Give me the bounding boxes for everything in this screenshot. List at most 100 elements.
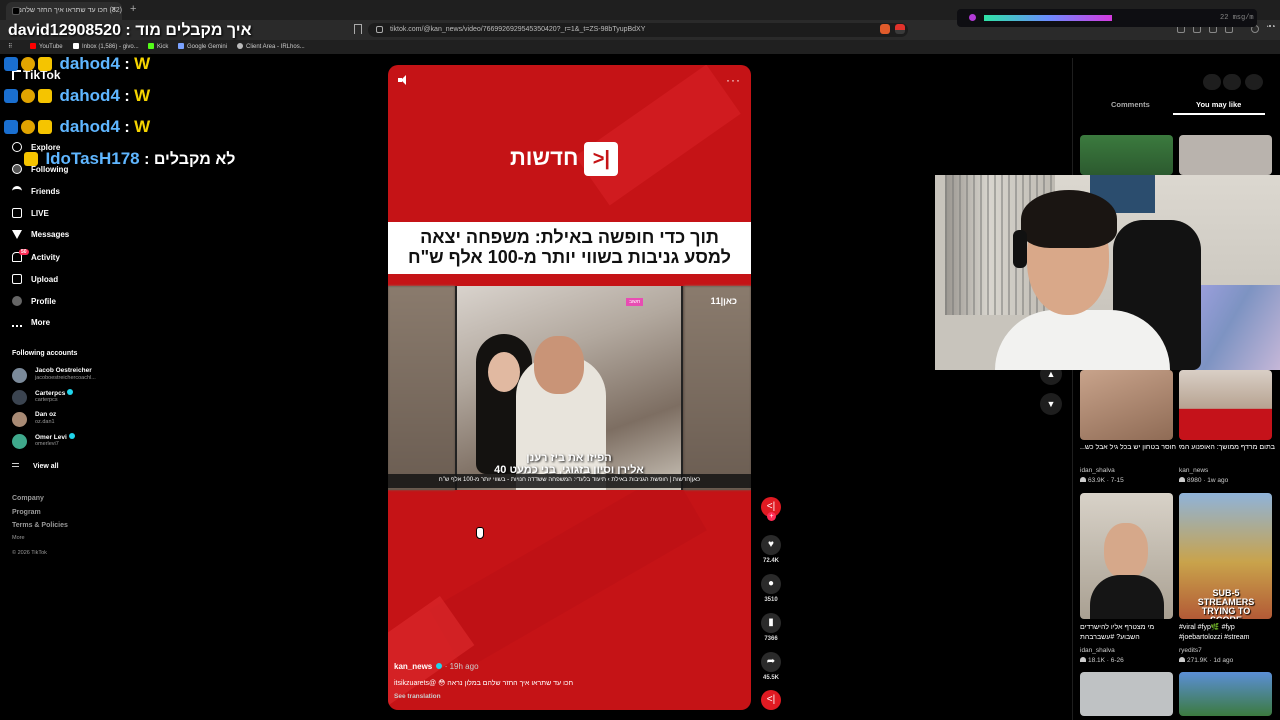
video-caption[interactable]: בתום מרדף ממושך: האופנוע המשטרה נעצר את … — [1179, 444, 1275, 451]
video-user[interactable]: kan_news — [1179, 467, 1208, 474]
more-options-icon[interactable]: ··· — [726, 73, 741, 87]
video-thumbnail[interactable] — [1080, 493, 1173, 619]
bookmark-gemini[interactable]: Google Gemini — [178, 43, 227, 50]
like-button[interactable]: ♥ 72.4K — [760, 535, 782, 564]
next-video-button[interactable]: ▼ — [1040, 393, 1062, 415]
sidebar-item-live[interactable]: LIVE — [12, 208, 49, 220]
user-avatar[interactable] — [1245, 74, 1263, 90]
bookmarks-bar: ⠿ YouTube Inbox (1,586) - givo... Kick G… — [0, 40, 1280, 54]
kan-logo-mark: |< — [584, 142, 619, 176]
save-button[interactable]: ▮ 7366 — [760, 613, 782, 642]
kan-avatar: <| + — [761, 497, 781, 521]
view-all-link[interactable]: View all — [12, 463, 59, 470]
video-caption[interactable]: מי מצטרף אליו להישרדים השבוע? #עשברבהת — [1080, 623, 1176, 643]
following-account[interactable]: Jacob Oestreicher jacoboestreichercoachl… — [12, 366, 122, 384]
video-user[interactable]: ryedits7 — [1179, 647, 1202, 654]
profile-icon — [12, 296, 22, 306]
kick-icon — [148, 43, 154, 49]
avatar — [12, 368, 27, 383]
share-icon: ➦ — [761, 652, 781, 672]
sidebar-item-friends[interactable]: Friends — [12, 186, 60, 198]
share-button[interactable]: ➦ 45.5K — [760, 652, 782, 681]
brave-shield-icon[interactable] — [880, 24, 890, 34]
bookmark-icon[interactable] — [354, 24, 362, 34]
chat-badges — [4, 120, 55, 139]
browser-tab[interactable]: (32) חכו עד שתראו איך החזר שלהם — [6, 2, 122, 20]
avatar — [12, 390, 27, 405]
video-author[interactable]: kan_news · 19h ago — [394, 662, 479, 671]
video-user[interactable]: idan_shalva — [1080, 467, 1115, 474]
chat-text: לא מקבלים — [153, 151, 236, 168]
menu-icon[interactable] — [1267, 25, 1275, 33]
chat-badges — [24, 152, 41, 171]
comment-button[interactable]: ● 3510 — [760, 574, 782, 603]
follow-plus-icon[interactable]: + — [767, 512, 776, 521]
sound-avatar-button[interactable]: <| — [760, 690, 782, 710]
bookmark-inbox[interactable]: Inbox (1,586) - givo... — [73, 43, 139, 50]
footer-terms[interactable]: Terms & Policies — [12, 522, 68, 529]
video-thumbnail[interactable] — [1179, 135, 1272, 175]
sidebar-item-upload[interactable]: Upload — [12, 274, 58, 286]
chat-rate-overlay: 22 msg/m — [957, 9, 1257, 27]
video-thumbnail[interactable]: SUB-5 STREAMERS TRYING TO SCORE — [1179, 493, 1272, 619]
verified-icon — [67, 389, 74, 395]
badge-icon — [4, 57, 18, 71]
chat-username: david12908520 — [8, 22, 121, 39]
webcam-overlay — [935, 175, 1280, 370]
save-count: 7366 — [764, 636, 778, 642]
news-ticker: כאן|חדשות | חופשת הגניבות באילת › תיעוד … — [388, 474, 751, 488]
phone-icon[interactable] — [1223, 74, 1241, 90]
sidebar-item-profile[interactable]: Profile — [12, 296, 56, 308]
video-stats: 18.1K · 6-26 — [1080, 657, 1124, 664]
bookmark-client-area[interactable]: Client Area - IRLhos... — [237, 43, 305, 50]
bookmark-kick[interactable]: Kick — [148, 43, 168, 50]
new-tab-icon[interactable]: + — [130, 3, 136, 15]
chat-message: dahod4 : W — [4, 54, 150, 76]
video-thumbnail[interactable] — [1080, 135, 1173, 175]
site-info-icon[interactable] — [376, 26, 383, 33]
tab-you-may-like[interactable]: You may like — [1196, 100, 1241, 109]
video-user[interactable]: idan_shalva — [1080, 647, 1115, 654]
chat-text: W — [134, 86, 151, 105]
badge-icon — [4, 120, 18, 134]
tab-close-icon[interactable]: × — [111, 4, 116, 14]
video-caption[interactable]: #viral #fyp🌿 #fyp #joebartolozzi #stream — [1179, 623, 1275, 643]
url-text: tiktok.com/@kan_news/video/7669926929545… — [390, 26, 646, 33]
address-bar[interactable]: tiktok.com/@kan_news/video/7669926929545… — [368, 23, 908, 37]
following-icon — [12, 164, 22, 174]
chat-text: איך מקבלים מוד — [135, 22, 252, 39]
sidebar-item-messages[interactable]: Messages — [12, 230, 69, 242]
video-thumbnail[interactable] — [1080, 672, 1173, 716]
sidebar-item-more[interactable]: More — [12, 318, 50, 330]
footer-company[interactable]: Company — [12, 495, 44, 502]
bookmark-youtube[interactable]: YouTube — [30, 43, 63, 50]
following-account[interactable]: Omer Levi omerlevi7 — [12, 432, 122, 450]
kan-news-logo: |<חדשות — [510, 142, 619, 176]
tab-comments[interactable]: Comments — [1111, 100, 1150, 109]
footer-program[interactable]: Program — [12, 509, 41, 516]
following-account[interactable]: Carterpcs carterpcs — [12, 388, 122, 406]
more-icon — [12, 325, 22, 327]
apps-icon[interactable]: ⠿ — [8, 43, 12, 50]
video-thumbnail[interactable] — [1179, 370, 1272, 440]
rewards-icon[interactable] — [895, 24, 905, 34]
msg-rate: 22 msg/m — [1220, 14, 1254, 22]
crown-icon — [24, 152, 38, 166]
sidebar-item-activity[interactable]: 50 Activity — [12, 249, 60, 264]
active-tab-indicator — [1173, 113, 1265, 115]
mouse-cursor-icon — [476, 527, 484, 539]
creator-avatar-button[interactable]: <| + — [760, 497, 782, 521]
rate-meter — [984, 15, 1112, 21]
video-thumbnail[interactable] — [1179, 672, 1272, 716]
video-player[interactable]: ··· |<חדשות תוך כדי חופשה באילת: משפחה י… — [388, 65, 751, 710]
following-account[interactable]: Dan oz oz.dan1 — [12, 410, 122, 428]
chat-text: W — [134, 54, 151, 73]
comment-count: 3510 — [764, 597, 778, 603]
footer-more[interactable]: More — [12, 535, 25, 541]
compass-icon[interactable] — [1203, 74, 1221, 90]
video-caption[interactable]: חוסר בטחון יש בכל גיל אבל כש... — [1080, 444, 1176, 451]
volume-icon[interactable] — [398, 75, 408, 85]
chat-badges — [4, 57, 55, 76]
see-translation-link[interactable]: See translation — [394, 693, 441, 700]
video-thumbnail[interactable] — [1080, 370, 1173, 440]
